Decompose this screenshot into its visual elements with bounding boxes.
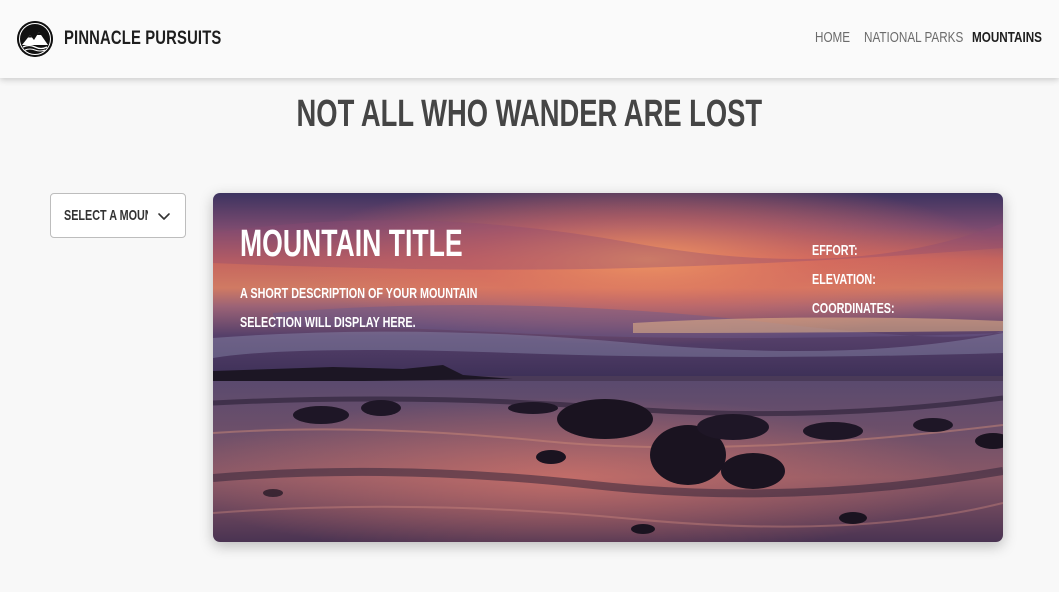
mountain-description: A SHORT DESCRIPTION OF YOUR MOUNTAIN SEL… [240,279,485,337]
mountain-logo-icon[interactable] [17,21,53,57]
navbar: PINNACLE PURSUITS HOME NATIONAL PARKS MO… [0,0,1059,78]
mountain-select-value-wrap: SELECT A MOUN [64,206,148,226]
effort-label: EFFORT: [812,242,858,259]
mountain-select[interactable]: SELECT A MOUN [50,193,186,238]
nav-mountains[interactable]: MOUNTAINS [972,28,1042,48]
chevron-down-icon [158,213,170,220]
mountain-card: MOUNTAIN TITLE A SHORT DESCRIPTION OF YO… [213,193,1003,542]
mountain-title: MOUNTAIN TITLE [240,223,463,265]
mountain-description-line-1: A SHORT DESCRIPTION OF YOUR MOUNTAIN [240,285,478,302]
page-headline: NOT ALL WHO WANDER ARE LOST [0,92,1059,136]
coordinates-label: COORDINATES: [812,300,895,317]
nav-national-parks[interactable]: NATIONAL PARKS [864,28,963,48]
brand-name[interactable]: PINNACLE PURSUITS [64,27,221,51]
mountain-description-line-2: SELECTION WILL DISPLAY HERE. [240,314,416,331]
nav-home[interactable]: HOME [815,28,850,48]
mountain-select-value: SELECT A MOUN [64,207,148,224]
elevation-label: ELEVATION: [812,271,876,288]
page-headline-text: NOT ALL WHO WANDER ARE LOST [296,93,763,135]
